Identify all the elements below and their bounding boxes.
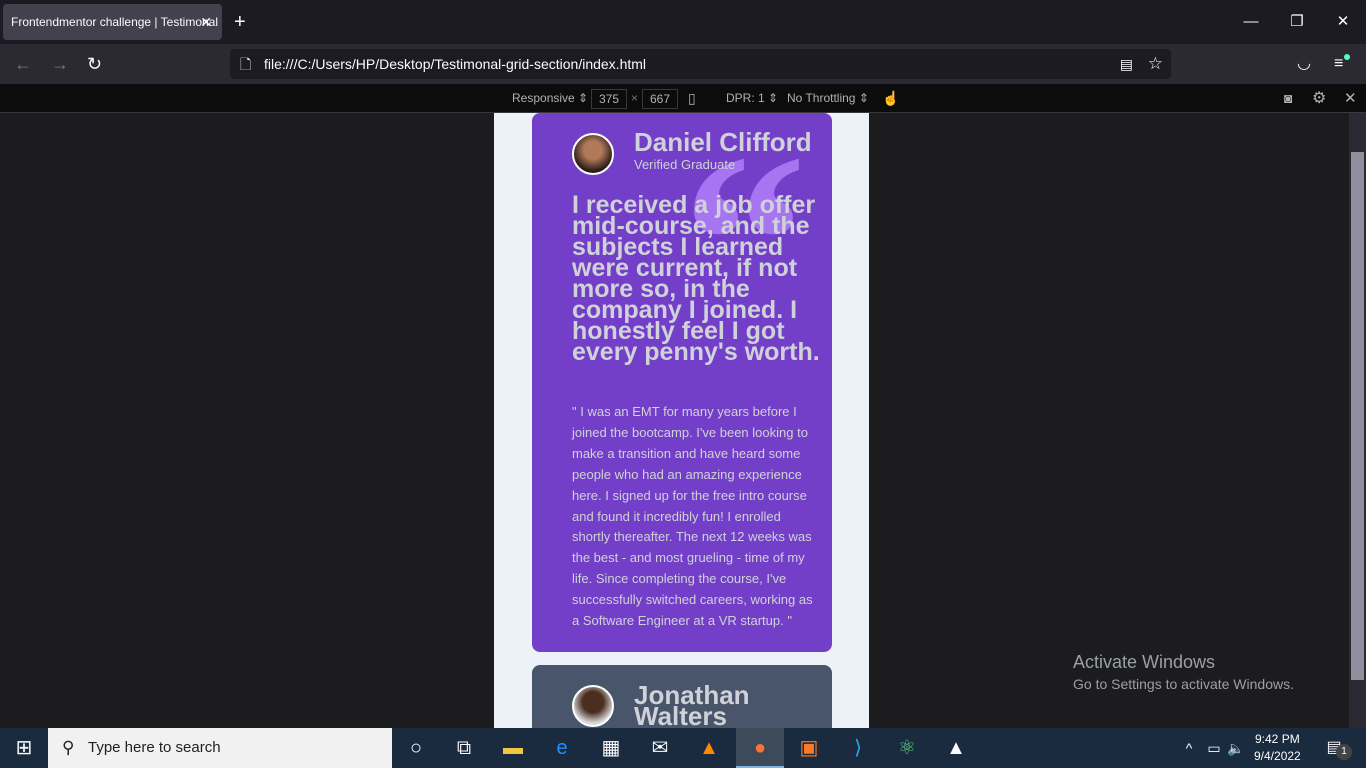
clock[interactable]: 9:42 PM 9/4/2022 (1254, 731, 1301, 765)
close-tab-icon[interactable]: ✕ (200, 4, 212, 40)
taskbar-search[interactable]: ⚲ Type here to search (48, 728, 392, 768)
browser-tab[interactable]: Frontendmentor challenge | Testimonal ✕ (3, 4, 222, 40)
times-sign: × (631, 91, 639, 105)
vlc-icon[interactable]: ▲ (685, 728, 733, 768)
firefox-icon[interactable]: ● (736, 728, 784, 768)
new-tab-button[interactable]: + (234, 0, 246, 44)
settings-icon[interactable]: ⚙ (1312, 84, 1326, 113)
restore-icon[interactable]: ❐ (1274, 0, 1320, 44)
forward-icon[interactable]: → (51, 44, 69, 84)
reload-icon[interactable]: ↻ (87, 44, 102, 84)
author-role: Verified Graduate (634, 157, 736, 172)
dpr-select[interactable]: DPR: 1 ⇕ (726, 84, 778, 113)
menu-icon[interactable]: ≡ (1334, 44, 1343, 84)
page: “ Daniel Clifford Verified Graduate I re… (494, 113, 869, 728)
nav-bar: ← → ↻ 🗋 file:///C:/Users/HP/Desktop/Test… (0, 44, 1366, 84)
testimonial-card: “ Daniel Clifford Verified Graduate I re… (532, 113, 832, 652)
task-view-icon[interactable]: ⧉ (440, 728, 488, 768)
volume-icon[interactable]: 🔈 (1212, 728, 1260, 768)
avatar (572, 685, 614, 727)
back-icon[interactable]: ← (14, 44, 32, 84)
pocket-icon[interactable]: ◡ (1297, 44, 1311, 84)
mail-icon[interactable]: ✉ (636, 728, 684, 768)
windows-start-icon[interactable]: ⊞ (0, 728, 48, 768)
atom-icon[interactable]: ⚛ (883, 728, 931, 768)
screenshot-icon[interactable]: ◙ (1284, 84, 1292, 113)
minimize-icon[interactable]: — (1228, 0, 1274, 44)
cortana-icon[interactable]: ○ (392, 728, 440, 768)
notifications-icon[interactable]: ▤ 1 (1310, 728, 1358, 768)
testimonial-headline: I received a job offer mid-course, and t… (572, 191, 820, 366)
close-rdm-icon[interactable]: ✕ (1344, 84, 1357, 113)
viewport: “ Daniel Clifford Verified Graduate I re… (0, 113, 1349, 728)
close-window-icon[interactable]: ✕ (1320, 0, 1366, 44)
reader-view-icon[interactable]: ▤ (1120, 49, 1133, 79)
activation-watermark: Activate Windows Go to Settings to activ… (1073, 652, 1294, 692)
file-icon: 🗋 (240, 56, 252, 72)
photos-icon[interactable]: ▲ (932, 728, 980, 768)
store-icon[interactable]: ▦ (587, 728, 635, 768)
url-text: file:///C:/Users/HP/Desktop/Testimonal-g… (264, 56, 647, 72)
watermark-title: Activate Windows (1073, 652, 1216, 672)
testimonial-body: " I was an EMT for many years before I j… (572, 404, 813, 629)
height-input[interactable]: 667 (642, 89, 678, 109)
taskbar: ⊞ ⚲ Type here to search ○ ⧉ ▬ e ▦ ✉ ▲ ● ▣… (0, 728, 1366, 768)
scrollbar-thumb[interactable] (1351, 152, 1364, 680)
tab-bar: Frontendmentor challenge | Testimonal ✕ +… (0, 0, 1366, 44)
search-icon: ⚲ (62, 738, 75, 757)
author-name: Daniel Clifford (634, 127, 812, 157)
testimonial-card: Jonathan Walters (532, 665, 832, 728)
width-input[interactable]: 375 (591, 89, 627, 109)
notification-count: 1 (1336, 744, 1352, 760)
author-name: Jonathan Walters (634, 680, 750, 728)
watermark-subtitle: Go to Settings to activate Windows. (1073, 676, 1294, 692)
rotate-icon[interactable]: ▯ (688, 84, 696, 113)
bookmark-star-icon[interactable]: ☆ (1148, 49, 1163, 79)
file-explorer-icon[interactable]: ▬ (489, 728, 537, 768)
update-dot (1344, 54, 1350, 60)
device-select[interactable]: Responsive ⇕ (512, 84, 588, 113)
tab-title: Frontendmentor challenge | Testimonal (11, 15, 219, 29)
touch-icon[interactable]: ☝ (882, 84, 899, 113)
throttling-select[interactable]: No Throttling ⇕ (787, 84, 869, 113)
responsive-toolbar: Responsive ⇕ 375 × 667 ▯ DPR: 1 ⇕ No Thr… (0, 84, 1366, 113)
vscode-icon[interactable]: ⟩ (834, 728, 882, 768)
scrollbar[interactable] (1349, 113, 1366, 728)
url-bar[interactable]: 🗋 file:///C:/Users/HP/Desktop/Testimonal… (230, 49, 1171, 79)
xampp-icon[interactable]: ▣ (785, 728, 833, 768)
edge-icon[interactable]: e (538, 728, 586, 768)
avatar (572, 133, 614, 175)
